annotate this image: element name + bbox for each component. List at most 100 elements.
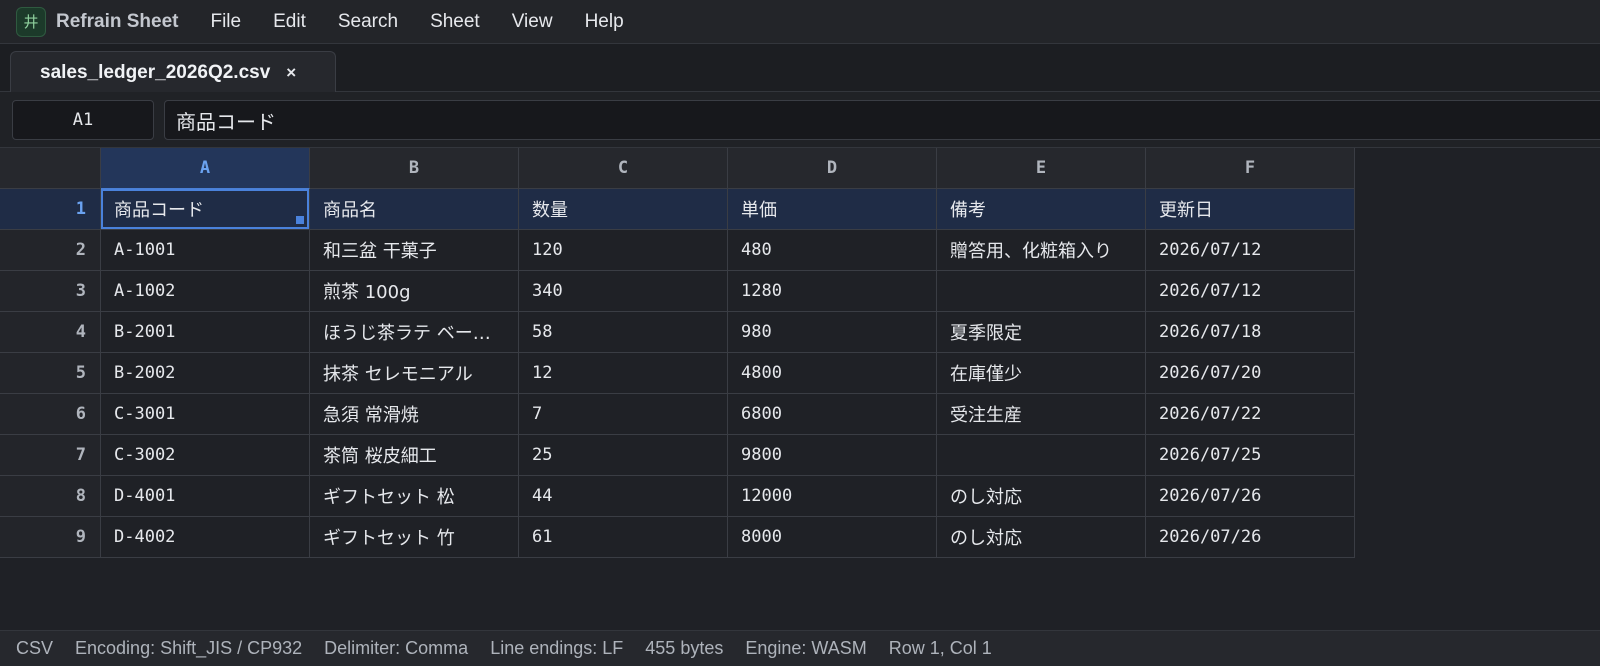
cell-name[interactable]: ほうじ茶ラテ ベー… <box>310 312 519 353</box>
cell-note[interactable]: のし対応 <box>937 476 1146 517</box>
cell-name[interactable]: 抹茶 セレモニアル <box>310 353 519 394</box>
cell-reference-box[interactable]: A1 <box>12 100 154 140</box>
column-header-e[interactable]: E <box>937 148 1146 189</box>
cell-price[interactable]: 8000 <box>728 517 937 558</box>
cell-qty[interactable]: 120 <box>519 230 728 271</box>
cell-code[interactable]: D-4002 <box>101 517 310 558</box>
cell-qty[interactable]: 12 <box>519 353 728 394</box>
cell-value: 2026/07/26 <box>1159 527 1262 547</box>
cell-code[interactable]: B-2002 <box>101 353 310 394</box>
cell-code[interactable]: C-3002 <box>101 435 310 476</box>
menu-sheet[interactable]: Sheet <box>430 11 480 33</box>
row-header[interactable]: 6 <box>0 394 101 435</box>
cell-code[interactable]: D-4001 <box>101 476 310 517</box>
table-row: 5 B-2002 抹茶 セレモニアル 12 4800 在庫僅少 2026/07/20 <box>0 353 1355 394</box>
row-header[interactable]: 4 <box>0 312 101 353</box>
cell-name[interactable]: ギフトセット 竹 <box>310 517 519 558</box>
cell-value: 更新日 <box>1159 200 1213 221</box>
table-row: 2 A-1001 和三盆 干菓子 120 480 贈答用、化粧箱入り 2026/07/12 <box>0 230 1355 271</box>
cell-note[interactable]: のし対応 <box>937 517 1146 558</box>
column-header-row: ABCDEF <box>0 148 1355 189</box>
cell-value: 6800 <box>741 404 782 424</box>
cell-name[interactable]: 茶筒 桜皮細工 <box>310 435 519 476</box>
menu-search[interactable]: Search <box>338 11 398 33</box>
column-header-b[interactable]: B <box>310 148 519 189</box>
column-header-f[interactable]: F <box>1146 148 1355 189</box>
tab-file[interactable]: sales_ledger_2026Q2.csv × <box>10 51 336 93</box>
cell-code[interactable]: 商品コード <box>101 189 310 230</box>
cell-note[interactable] <box>937 435 1146 476</box>
cell-date[interactable]: 2026/07/26 <box>1146 517 1355 558</box>
menu-view[interactable]: View <box>512 11 553 33</box>
cell-note[interactable]: 贈答用、化粧箱入り <box>937 230 1146 271</box>
cell-note[interactable]: 備考 <box>937 189 1146 230</box>
column-header-d[interactable]: D <box>728 148 937 189</box>
cell-date[interactable]: 2026/07/12 <box>1146 271 1355 312</box>
row-header[interactable]: 3 <box>0 271 101 312</box>
fill-handle[interactable] <box>295 215 305 225</box>
tab-bar: sales_ledger_2026Q2.csv × <box>0 44 1600 93</box>
row-header[interactable]: 1 <box>0 189 101 230</box>
cell-value: 急須 常滑焼 <box>323 405 419 426</box>
row-header[interactable]: 9 <box>0 517 101 558</box>
cell-date[interactable]: 2026/07/12 <box>1146 230 1355 271</box>
cell-value: A-1001 <box>114 240 176 260</box>
formula-input[interactable]: 商品コード <box>164 100 1600 140</box>
cell-qty[interactable]: 数量 <box>519 189 728 230</box>
row-header[interactable]: 7 <box>0 435 101 476</box>
close-icon[interactable]: × <box>286 63 296 83</box>
cell-price[interactable]: 6800 <box>728 394 937 435</box>
cell-date[interactable]: 2026/07/22 <box>1146 394 1355 435</box>
cell-name[interactable]: 煎茶 100g <box>310 271 519 312</box>
cell-code[interactable]: B-2001 <box>101 312 310 353</box>
cell-value: 和三盆 干菓子 <box>323 241 437 262</box>
cell-note[interactable] <box>937 271 1146 312</box>
cell-date[interactable]: 2026/07/18 <box>1146 312 1355 353</box>
row-header[interactable]: 5 <box>0 353 101 394</box>
cell-name[interactable]: ギフトセット 松 <box>310 476 519 517</box>
menu-file[interactable]: File <box>210 11 241 33</box>
status-line-endings[interactable]: Line endings: LF <box>490 638 623 659</box>
table-row: 8 D-4001 ギフトセット 松 44 12000 のし対応 2026/07/26 <box>0 476 1355 517</box>
cell-qty[interactable]: 44 <box>519 476 728 517</box>
cell-price[interactable]: 4800 <box>728 353 937 394</box>
select-all-corner[interactable] <box>0 148 101 189</box>
cell-note[interactable]: 夏季限定 <box>937 312 1146 353</box>
cell-date[interactable]: 2026/07/20 <box>1146 353 1355 394</box>
cell-date[interactable]: 2026/07/25 <box>1146 435 1355 476</box>
cell-value: のし対応 <box>950 528 1022 549</box>
cell-value: 340 <box>532 281 563 301</box>
cell-price[interactable]: 9800 <box>728 435 937 476</box>
cell-code[interactable]: A-1002 <box>101 271 310 312</box>
menu-help[interactable]: Help <box>585 11 624 33</box>
status-size: 455 bytes <box>645 638 724 658</box>
status-encoding[interactable]: Encoding: Shift_JIS / CP932 <box>75 638 302 659</box>
row-header[interactable]: 2 <box>0 230 101 271</box>
cell-price[interactable]: 単価 <box>728 189 937 230</box>
cell-note[interactable]: 受注生産 <box>937 394 1146 435</box>
cell-name[interactable]: 急須 常滑焼 <box>310 394 519 435</box>
cell-name[interactable]: 商品名 <box>310 189 519 230</box>
cell-qty[interactable]: 340 <box>519 271 728 312</box>
cell-price[interactable]: 980 <box>728 312 937 353</box>
cell-price[interactable]: 480 <box>728 230 937 271</box>
cell-name[interactable]: 和三盆 干菓子 <box>310 230 519 271</box>
cell-note[interactable]: 在庫僅少 <box>937 353 1146 394</box>
cell-qty[interactable]: 58 <box>519 312 728 353</box>
column-header-c[interactable]: C <box>519 148 728 189</box>
cell-price[interactable]: 12000 <box>728 476 937 517</box>
cell-qty[interactable]: 7 <box>519 394 728 435</box>
row-header[interactable]: 8 <box>0 476 101 517</box>
cell-value: ギフトセット 竹 <box>323 528 455 549</box>
menu-edit[interactable]: Edit <box>273 11 306 33</box>
status-delimiter[interactable]: Delimiter: Comma <box>324 638 468 659</box>
cell-date[interactable]: 更新日 <box>1146 189 1355 230</box>
cell-code[interactable]: A-1001 <box>101 230 310 271</box>
table-row: 1 商品コード 商品名 数量 単価 備考 更新日 <box>0 189 1355 230</box>
cell-qty[interactable]: 61 <box>519 517 728 558</box>
cell-date[interactable]: 2026/07/26 <box>1146 476 1355 517</box>
cell-code[interactable]: C-3001 <box>101 394 310 435</box>
column-header-a[interactable]: A <box>101 148 310 189</box>
cell-qty[interactable]: 25 <box>519 435 728 476</box>
cell-price[interactable]: 1280 <box>728 271 937 312</box>
